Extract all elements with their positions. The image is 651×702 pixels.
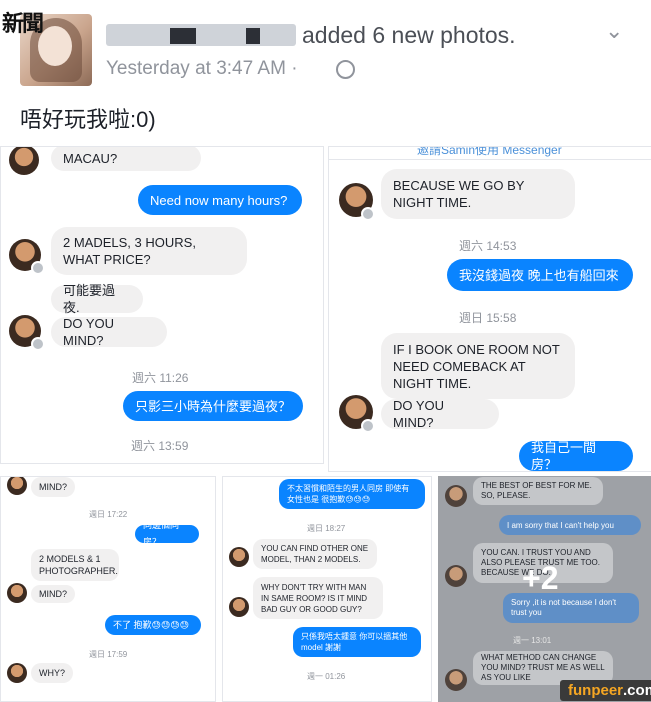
watermark: funpeer.com <box>560 680 651 701</box>
messenger-invite-link[interactable]: 邀請Samin使用 Messenger <box>417 147 562 158</box>
avatar <box>229 547 249 567</box>
photo-4[interactable]: 不太習慣和陌生的男人同房 即使有女性也是 很抱歉😓😓😓 週日 18:27 YOU… <box>222 476 432 702</box>
message-bubble: Need now many hours? <box>138 185 302 215</box>
chevron-down-icon[interactable]: ⌄ <box>605 18 623 44</box>
message-bubble: YOU CAN FIND OTHER ONE MODEL, THAN 2 MOD… <box>253 539 377 569</box>
message-bubble: 2 MADELS, 3 HOURS, WHAT PRICE? <box>51 227 247 275</box>
redaction-block <box>170 28 196 44</box>
photo-2[interactable]: 邀請Samin使用 Messenger BECAUSE WE GO BY NIG… <box>328 146 651 472</box>
message-bubble: MIND? <box>31 477 75 497</box>
avatar <box>445 565 467 587</box>
message-bubble: THE BEST OF BEST FOR ME. SO, PLEASE. <box>473 477 603 505</box>
post-action-text: added 6 new photos. <box>302 22 516 48</box>
avatar <box>9 147 39 175</box>
message-bubble: DO YOU MIND? <box>51 316 167 348</box>
message-bubble: I am sorry that I can't help you <box>499 515 641 535</box>
avatar <box>445 669 467 691</box>
message-bubble: 不太習慣和陌生的男人同房 即使有女性也是 很抱歉😓😓😓 <box>279 479 425 509</box>
avatar <box>445 485 467 507</box>
globe-icon <box>336 60 355 79</box>
avatar <box>7 583 27 603</box>
timestamp: 週日 17:59 <box>89 650 128 659</box>
message-bubble: 2 MODELS & 1 PHOTOGRAPHER. <box>31 549 119 581</box>
message-bubble: DO YOU MIND? <box>381 398 499 430</box>
more-photos-count[interactable]: +2 <box>522 560 558 597</box>
timestamp: 週六 13:59 <box>131 439 189 453</box>
divider <box>329 159 651 160</box>
redaction-block <box>246 28 260 44</box>
timestamp: 週日 18:27 <box>307 524 346 533</box>
message-bubble: BECAUSE WE GO BY NIGHT TIME. <box>381 169 575 219</box>
avatar <box>7 663 27 683</box>
messenger-badge <box>31 337 45 351</box>
photo-3[interactable]: MIND? 週日 17:22 同邊個同房？ 2 MODELS & 1 PHOTO… <box>0 476 216 702</box>
timestamp: 週六 11:26 <box>132 371 189 385</box>
message-bubble: WHY? <box>31 663 73 683</box>
message-bubble: 同邊個同房？ <box>135 520 199 547</box>
message-bubble: 我沒錢過夜 晚上也有船回來 <box>447 259 633 291</box>
timestamp: 週一 13:01 <box>513 636 552 645</box>
message-bubble: IF I BOOK ONE ROOM NOT NEED COMEBACK AT … <box>381 333 575 399</box>
message-bubble: 可能要過夜. <box>51 283 143 315</box>
message-bubble: MIND? <box>31 585 75 603</box>
poster-name-redacted[interactable] <box>106 24 296 46</box>
message-bubble: 只係我唔太鍾意 你可以搵其他model 謝謝 <box>293 627 421 657</box>
message-bubble: 只影三小時為什麼要過夜？ <box>123 391 303 421</box>
avatar <box>229 597 249 617</box>
timestamp: 週日 17:22 <box>89 510 128 519</box>
post-timestamp[interactable]: Yesterday at 3:47 AM · <box>106 58 298 80</box>
post-caption: 唔好玩我啦:0) <box>20 107 156 132</box>
message-bubble: Sorry ,it is not because I don't trust y… <box>503 593 639 623</box>
message-bubble: 我自己一間房？ <box>519 440 633 471</box>
message-bubble: WHY DON'T TRY WITH MAN IN SAME ROOM? IS … <box>253 577 383 619</box>
message-bubble: MACAU? <box>51 147 201 171</box>
message-bubble: 不了 抱歉😓😓😓😓 <box>105 615 201 635</box>
photo-1[interactable]: MACAU? Need now many hours? 2 MADELS, 3 … <box>0 146 324 464</box>
messenger-badge <box>31 261 45 275</box>
timestamp: 週一 01:26 <box>307 672 346 681</box>
avatar <box>7 477 27 495</box>
timestamp: 週日 15:58 <box>459 311 517 325</box>
messenger-badge <box>361 207 375 221</box>
site-logo: 新聞 <box>2 11 44 36</box>
timestamp: 週六 14:53 <box>459 239 517 253</box>
messenger-badge <box>361 419 375 433</box>
